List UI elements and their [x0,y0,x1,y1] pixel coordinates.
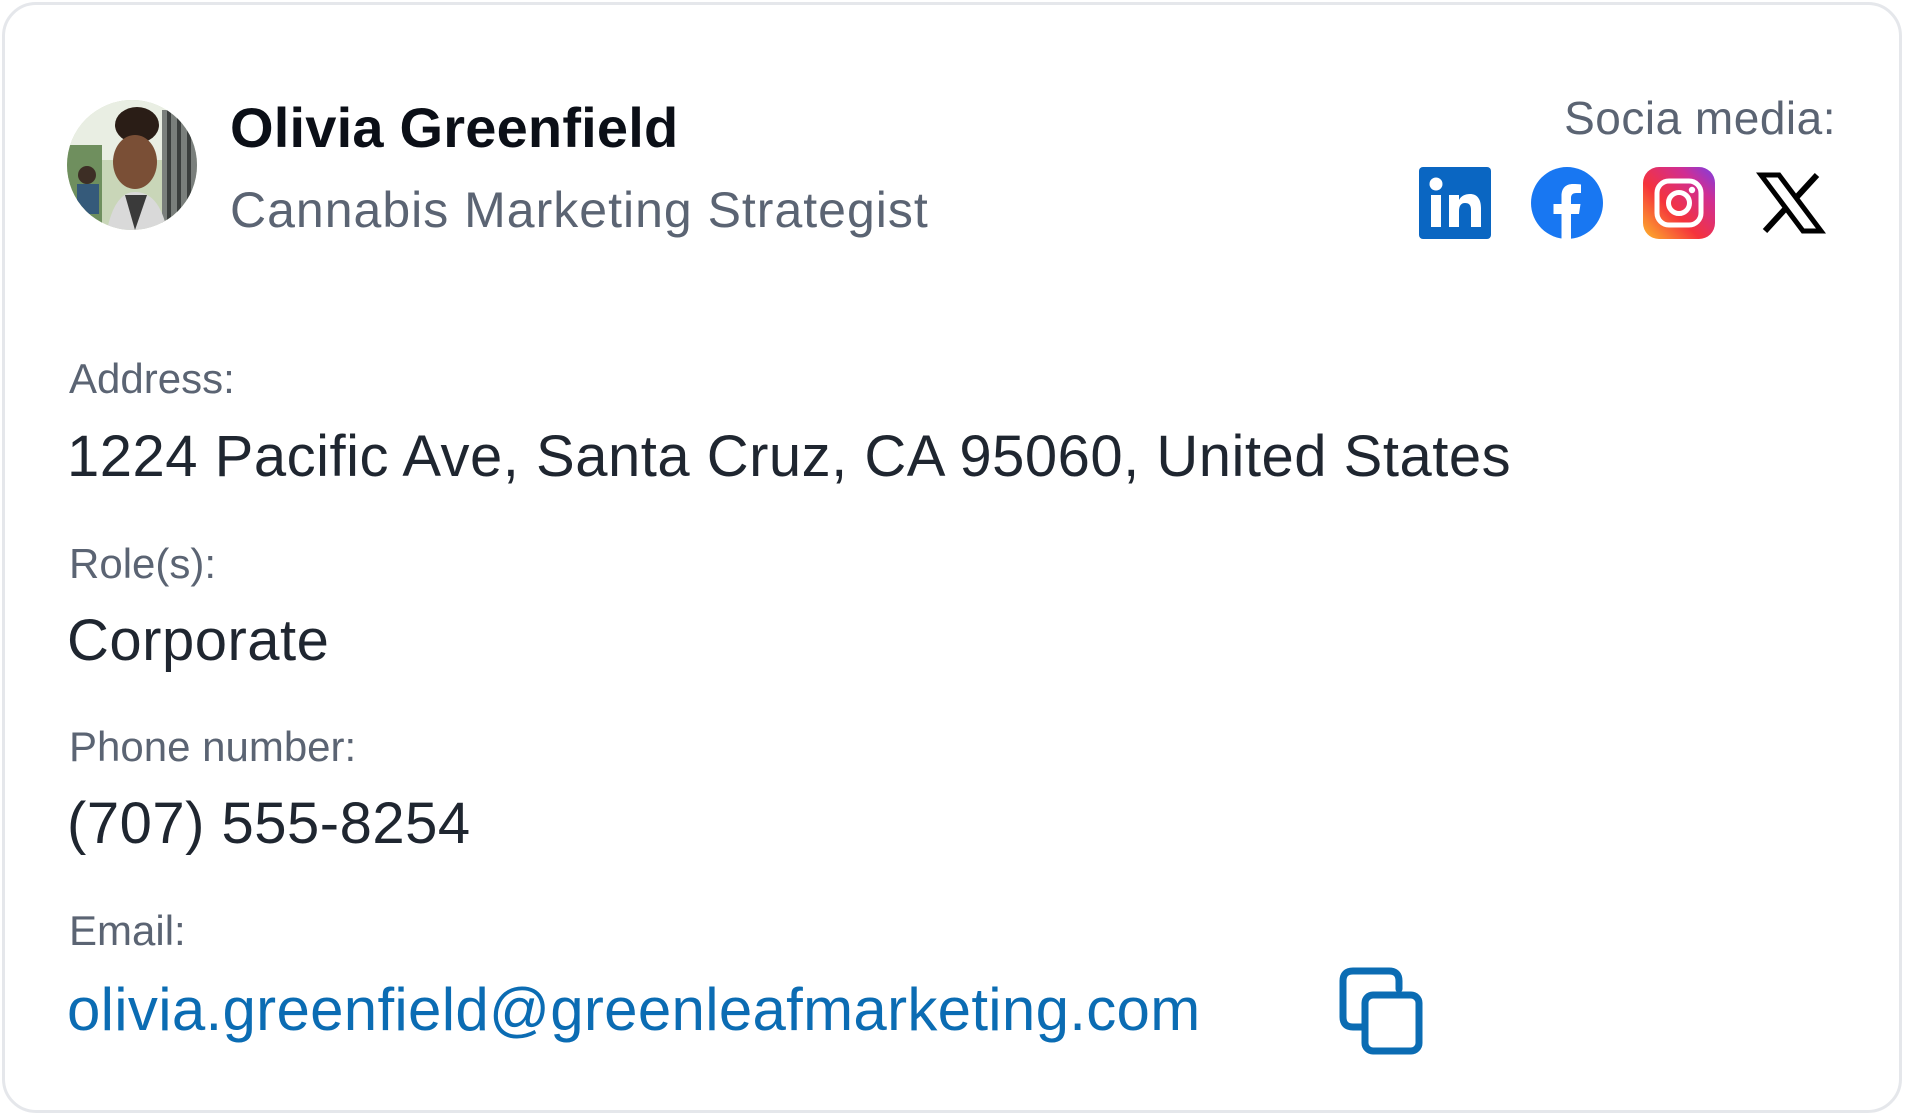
x-icon[interactable] [1755,167,1827,239]
phone-value: (707) 555-8254 [67,791,471,856]
profile-title: Cannabis Marketing Strategist [230,182,929,238]
facebook-icon[interactable] [1531,167,1603,239]
role-label: Role(s): [69,540,217,587]
email-link[interactable]: olivia.greenfield@greenleafmarketing.com [67,975,1200,1044]
profile-name: Olivia Greenfield [230,96,679,159]
address-value: 1224 Pacific Ave, Santa Cruz, CA 95060, … [67,424,1512,489]
role-value: Corporate [67,608,330,673]
copy-email-button[interactable] [1335,967,1427,1059]
social-media-links [1419,167,1827,239]
copy-icon [1339,967,1423,1055]
contact-card: Olivia Greenfield Cannabis Marketing Str… [2,2,1902,1113]
phone-label: Phone number: [69,723,357,770]
email-label: Email: [69,907,186,954]
address-label: Address: [69,355,235,402]
instagram-icon[interactable] [1643,167,1715,239]
social-media-label: Socia media: [1564,92,1836,144]
avatar [67,100,197,230]
linkedin-icon[interactable] [1419,167,1491,239]
